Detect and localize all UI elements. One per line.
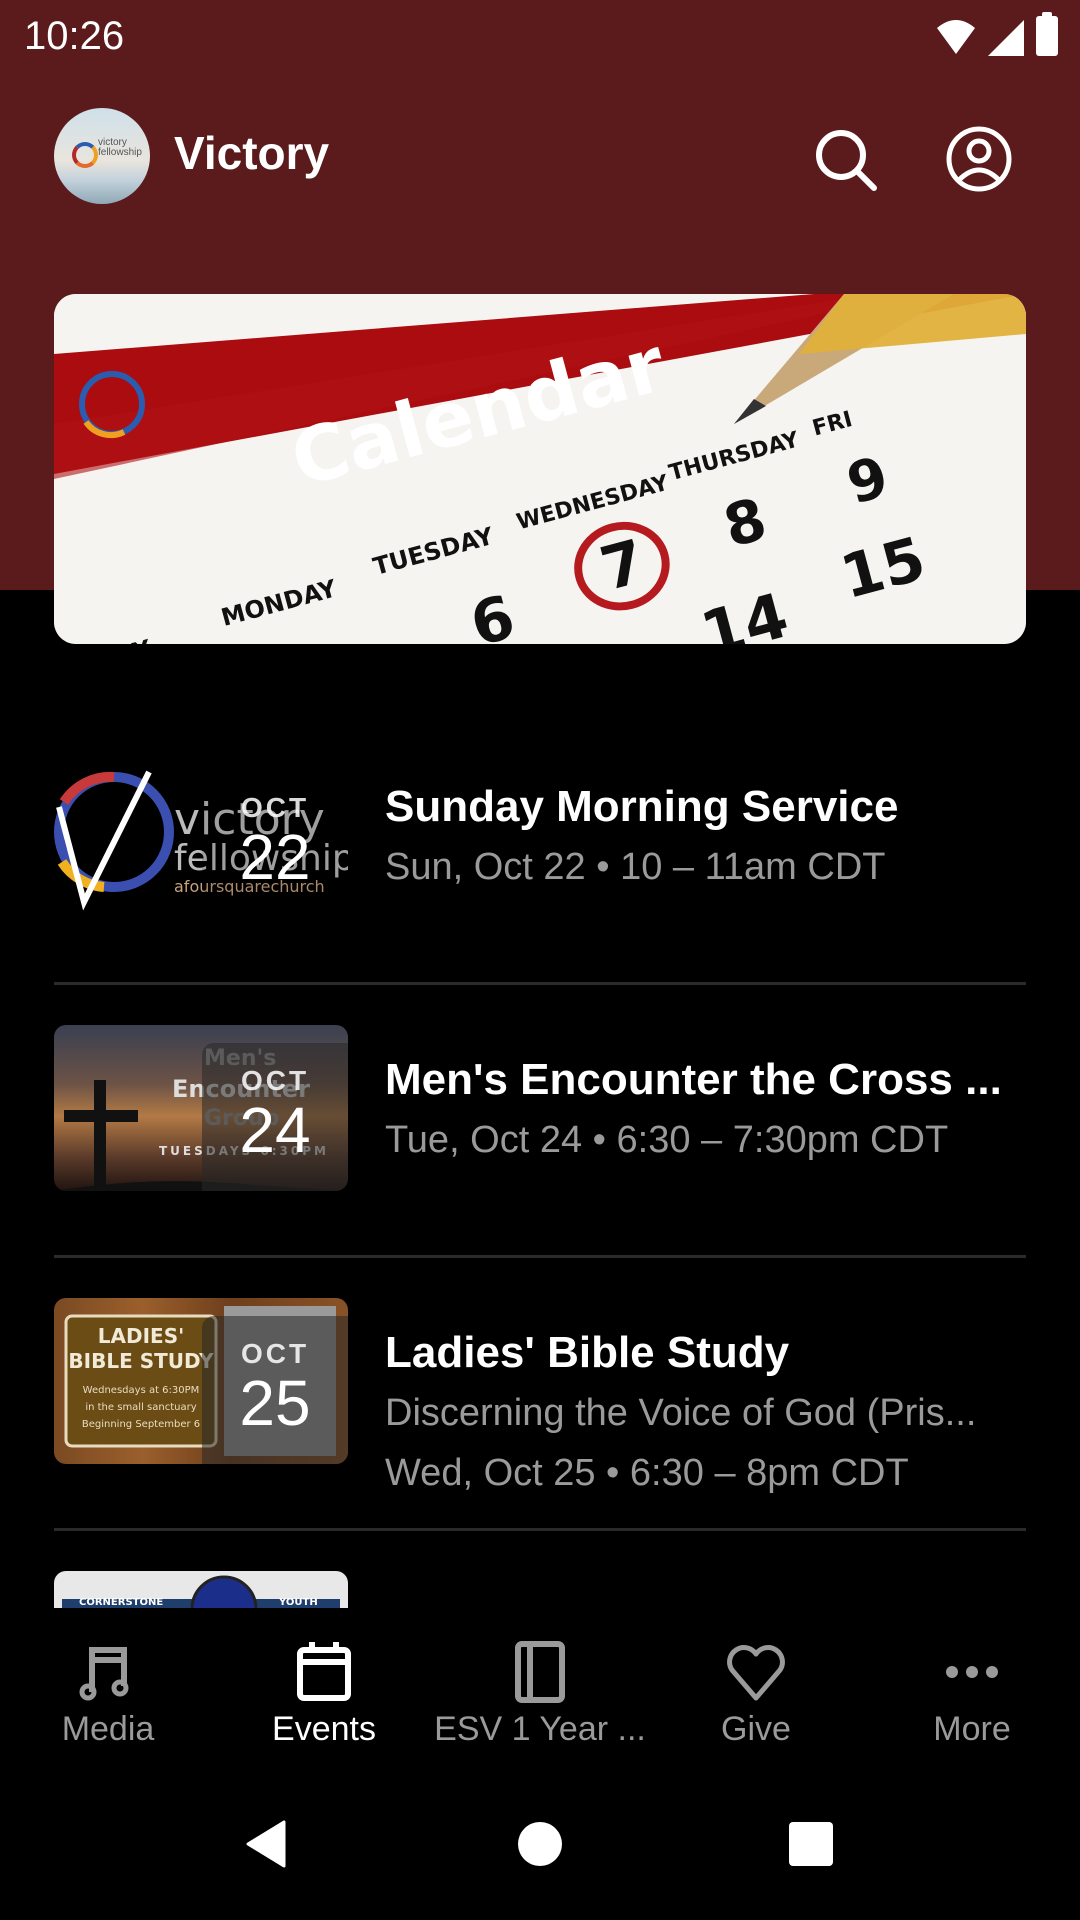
- home-icon[interactable]: [510, 1814, 570, 1874]
- church-logo[interactable]: victory fellowship: [54, 108, 150, 204]
- system-navigation-bar: [0, 1768, 1080, 1920]
- youth-group-graphic: CORNERSTONE YOUTH: [62, 1575, 340, 1608]
- status-icons: [936, 12, 1058, 56]
- thumb-text: YOUTH: [278, 1597, 318, 1608]
- bottom-navigation: Media Events ESV 1 Year ... Give More: [0, 1608, 1080, 1768]
- nav-label: ESV 1 Year ...: [434, 1710, 646, 1748]
- wifi-icon: [937, 20, 975, 54]
- thumb-text: Wednesdays at 6:30PM: [83, 1385, 200, 1396]
- event-datetime: Tue, Oct 24 • 6:30 – 7:30pm CDT: [385, 1119, 949, 1161]
- thumb-text: in the small sanctuary: [85, 1402, 196, 1413]
- nav-item-media[interactable]: Media: [0, 1608, 216, 1768]
- app-bar: victory fellowship Victory: [0, 100, 1080, 212]
- event-item[interactable]: Men's Encounter Group TUESDAYS 6:30PM OC…: [54, 985, 1026, 1258]
- thumb-text: LADIES': [98, 1324, 184, 1348]
- cell-signal-icon: [988, 20, 1024, 56]
- status-time: 10:26: [24, 14, 125, 58]
- thumb-text: BIBLE STUDY: [68, 1349, 214, 1373]
- date-day: 22: [239, 821, 311, 893]
- date-badge: OCT 25: [202, 1316, 348, 1464]
- recents-icon[interactable]: [780, 1814, 840, 1874]
- heart-icon: [727, 1645, 785, 1701]
- nav-item-give[interactable]: Give: [648, 1608, 864, 1768]
- account-circle-icon[interactable]: [944, 124, 1014, 194]
- event-thumbnail: CORNERSTONE YOUTH: [54, 1571, 348, 1608]
- event-title: CornerStone Youth Group: [385, 1601, 1025, 1608]
- nav-label: More: [933, 1710, 1011, 1748]
- more-horizontal-icon: [946, 1666, 998, 1678]
- nav-item-events[interactable]: Events: [216, 1608, 432, 1768]
- event-thumbnail: LADIES' BIBLE STUDY Wednesdays at 6:30PM…: [54, 1298, 348, 1464]
- calendar-illustration: Calendar UNDAY MONDAY TUESDAY WEDNESDAY …: [54, 294, 1026, 644]
- search-icon[interactable]: [810, 124, 882, 196]
- app-title: Victory: [174, 127, 330, 179]
- event-item[interactable]: LADIES' BIBLE STUDY Wednesdays at 6:30PM…: [54, 1258, 1026, 1531]
- event-thumbnail: Men's Encounter Group TUESDAYS 6:30PM OC…: [54, 1025, 348, 1191]
- back-icon[interactable]: [238, 1814, 298, 1874]
- event-description: Discerning the Voice of God (Pris...: [385, 1392, 977, 1434]
- event-title: Sunday Morning Service: [385, 782, 899, 831]
- hero-calendar-image[interactable]: Calendar UNDAY MONDAY TUESDAY WEDNESDAY …: [54, 294, 1026, 644]
- calendar-icon: [297, 1642, 351, 1701]
- nav-item-more[interactable]: More: [864, 1608, 1080, 1768]
- date-day: 25: [239, 1367, 311, 1439]
- logo-text: victory fellowship: [98, 137, 142, 158]
- event-title: Men's Encounter the Cross ...: [385, 1055, 1002, 1104]
- battery-icon: [1036, 12, 1058, 56]
- event-item[interactable]: CORNERSTONE YOUTH CornerStone Youth Grou…: [54, 1531, 1026, 1608]
- nav-item-esv-bible[interactable]: ESV 1 Year ...: [432, 1608, 648, 1768]
- event-datetime: Sun, Oct 22 • 10 – 11am CDT: [385, 846, 886, 888]
- event-list: victory fellowship afoursquarechurch OCT…: [54, 712, 1026, 1608]
- nav-label: Events: [272, 1710, 376, 1748]
- event-item[interactable]: victory fellowship afoursquarechurch OCT…: [54, 712, 1026, 985]
- nav-label: Give: [721, 1710, 791, 1748]
- event-title: Ladies' Bible Study: [385, 1328, 790, 1377]
- thumb-text: CORNERSTONE: [79, 1597, 163, 1608]
- logo-ring-icon: [72, 142, 98, 168]
- thumb-text: Beginning September 6: [82, 1419, 200, 1430]
- event-datetime: Wed, Oct 25 • 6:30 – 8pm CDT: [385, 1452, 909, 1494]
- date-day: 24: [239, 1094, 311, 1166]
- book-icon: [515, 1641, 565, 1703]
- nav-label: Media: [61, 1710, 155, 1748]
- date-badge: OCT 24: [202, 1043, 348, 1191]
- date-badge: OCT 22: [202, 770, 348, 918]
- event-thumbnail: victory fellowship afoursquarechurch OCT…: [54, 752, 348, 918]
- music-note-icon: [79, 1647, 129, 1701]
- status-bar: 10:26: [0, 0, 1080, 74]
